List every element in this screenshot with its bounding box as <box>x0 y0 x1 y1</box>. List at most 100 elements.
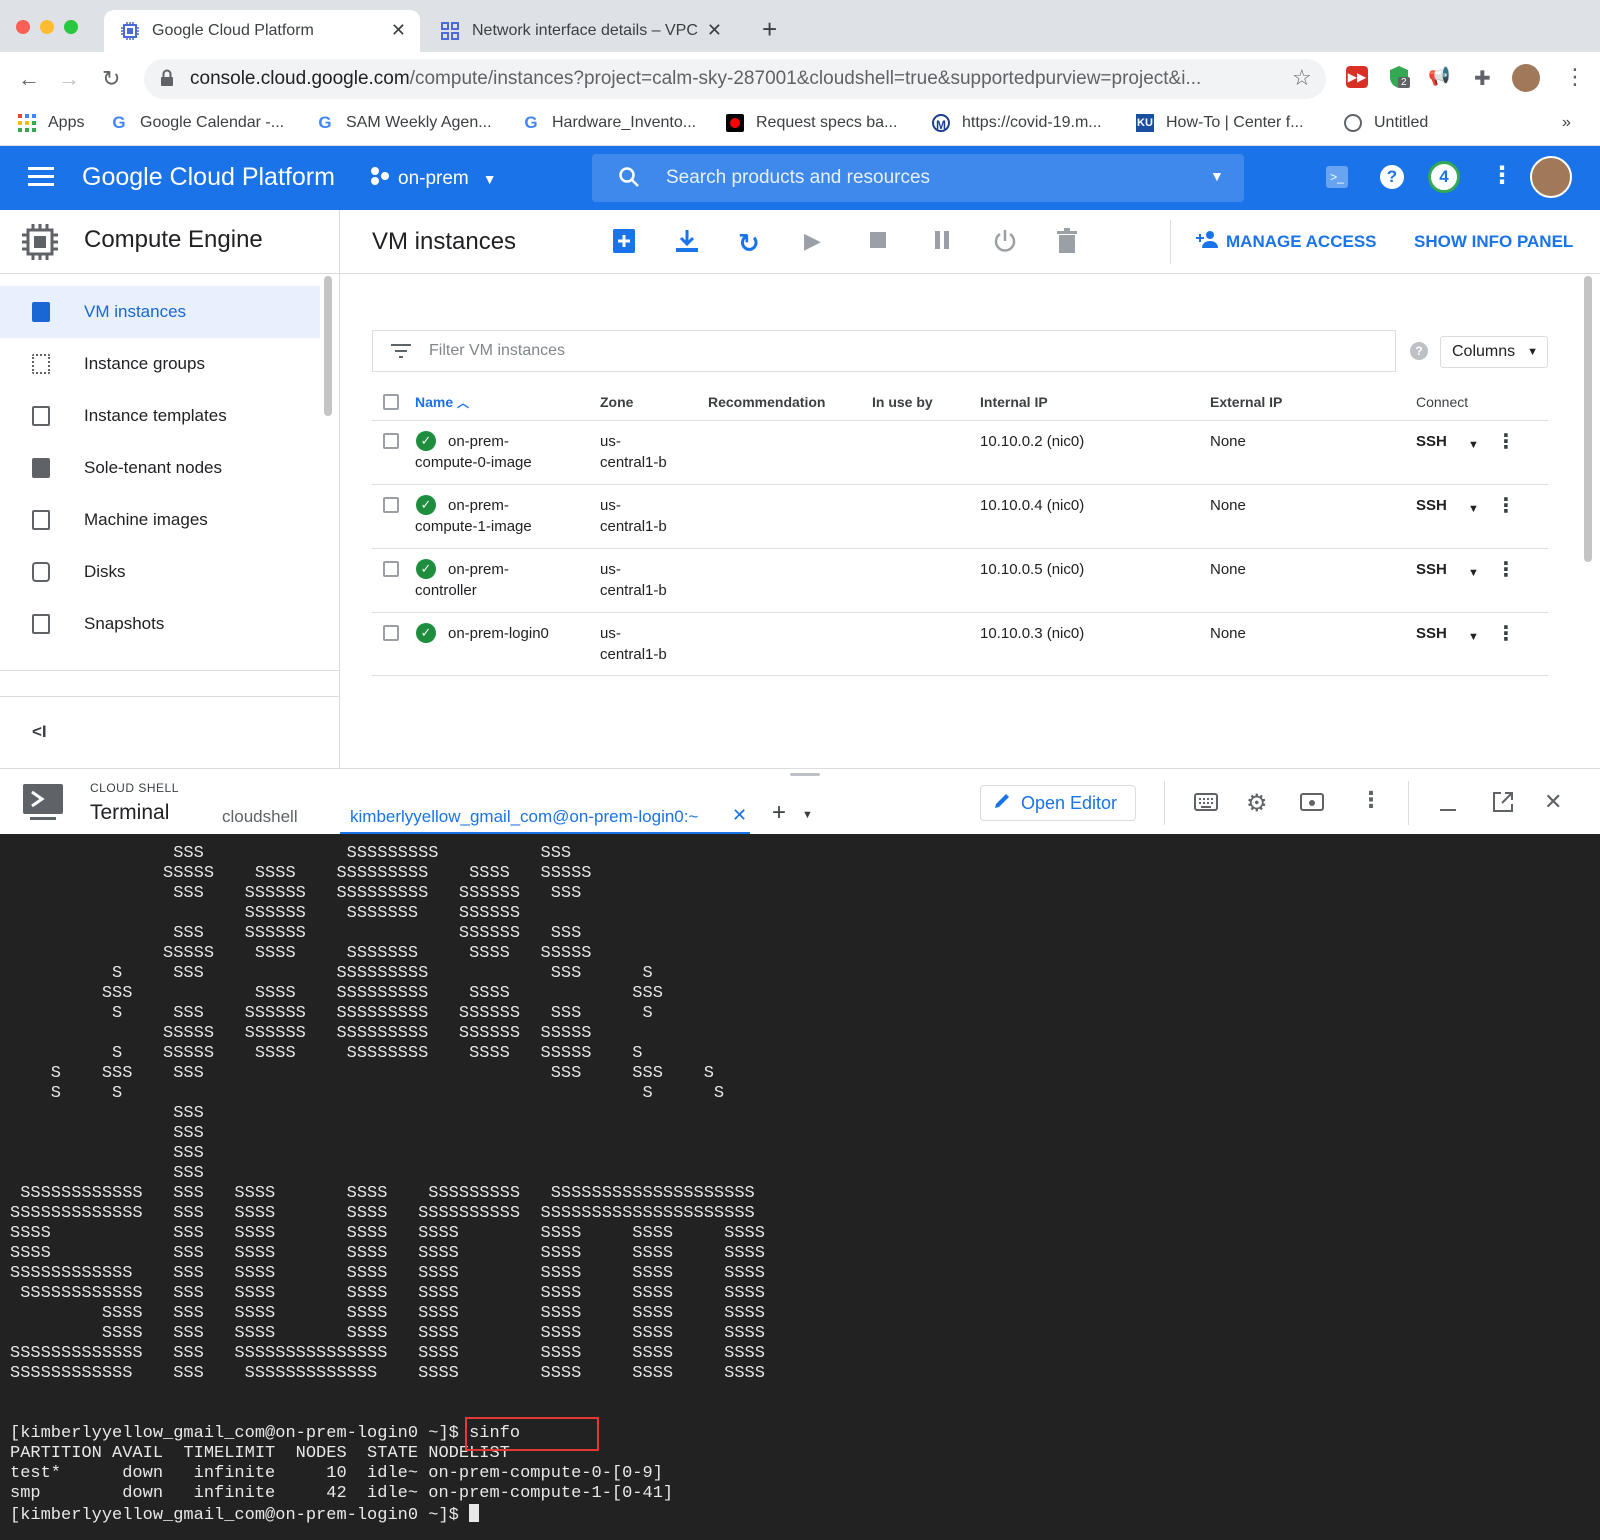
minimize-window-button[interactable] <box>40 20 54 34</box>
row-menu-icon[interactable]: ⋮ <box>1496 429 1516 454</box>
table-row[interactable]: ✓ on-prem-compute-1-image us-central1-b … <box>372 484 1548 548</box>
extensions-puzzle-icon[interactable]: ✚ <box>1474 66 1491 91</box>
bookmark-covid[interactable]: M https://covid-19.m... <box>932 114 1102 132</box>
tab-network-interface-details[interactable]: Network interface details – VPC ✕ <box>424 10 736 52</box>
megaphone-icon[interactable]: 📢 <box>1428 66 1450 87</box>
shell-more-icon[interactable]: ⋮ <box>1360 787 1382 813</box>
sidebar-item-machine-images[interactable]: Machine images <box>0 494 320 546</box>
bookmark-star-icon[interactable]: ☆ <box>1292 65 1312 91</box>
help-icon[interactable]: ? <box>1380 165 1404 189</box>
sidebar-item-instance-templates[interactable]: Instance templates <box>0 390 320 442</box>
tab-cloudshell[interactable]: cloudshell <box>222 807 298 827</box>
instance-name-link[interactable]: on-prem-controller <box>415 559 509 601</box>
profile-avatar[interactable] <box>1512 64 1540 92</box>
open-new-window-icon[interactable] <box>1492 791 1514 818</box>
import-vm-icon[interactable] <box>674 228 700 261</box>
sidebar-item-sole-tenant-nodes[interactable]: Sole-tenant nodes <box>0 442 320 494</box>
bookmark-untitled[interactable]: Untitled <box>1344 114 1428 132</box>
main-scrollbar[interactable] <box>1584 276 1592 562</box>
row-menu-icon[interactable]: ⋮ <box>1496 493 1516 518</box>
project-selector[interactable]: on-prem ▼ <box>370 166 497 192</box>
tab-google-cloud-platform[interactable]: Google Cloud Platform ✕ <box>104 10 420 52</box>
close-session-icon[interactable]: ✕ <box>732 805 747 826</box>
notifications-badge[interactable]: 4 <box>1428 161 1460 193</box>
row-checkbox[interactable] <box>383 497 399 513</box>
bookmark-how-to[interactable]: KU How-To | Center f... <box>1136 114 1304 132</box>
minimize-shell-icon[interactable] <box>1440 809 1456 811</box>
column-header-internal-ip[interactable]: Internal IP <box>980 394 1048 410</box>
ssh-button[interactable]: SSH <box>1416 431 1447 452</box>
address-bar[interactable]: console.cloud.google.com/compute/instanc… <box>144 59 1326 99</box>
search-input[interactable]: Search products and resources ▼ <box>592 154 1244 202</box>
terminal-output[interactable]: SSS SSSSSSSSS SSS SSSSS SSSS SSSSSSSSS S… <box>0 834 1600 1540</box>
column-header-external-ip[interactable]: External IP <box>1210 394 1282 410</box>
manage-access-button[interactable]: MANAGE ACCESS <box>1196 230 1377 253</box>
add-session-button[interactable]: + <box>772 799 786 827</box>
settings-gear-icon[interactable]: ⚙ <box>1246 789 1268 818</box>
table-row[interactable]: ✓ on-prem-compute-0-image us-central1-b … <box>372 420 1548 484</box>
instance-name-link[interactable]: on-prem-login0 <box>415 623 549 644</box>
bookmark-hardware-inventory[interactable]: G Hardware_Invento... <box>522 114 696 132</box>
column-header-in-use-by[interactable]: In use by <box>872 394 933 410</box>
forward-arrow-icon[interactable]: → <box>58 66 80 92</box>
bookmarks-overflow-button[interactable]: » <box>1562 114 1571 132</box>
keyboard-icon[interactable] <box>1194 793 1218 816</box>
stop-icon[interactable] <box>866 228 890 259</box>
extension-shield-icon[interactable]: 2 <box>1388 65 1410 89</box>
bookmark-google-calendar[interactable]: G Google Calendar -... <box>110 114 284 132</box>
row-menu-icon[interactable]: ⋮ <box>1496 621 1516 646</box>
tab-login0-session[interactable]: kimberlyyellow_gmail_com@on-prem-login0:… <box>340 793 750 835</box>
create-instance-icon[interactable] <box>612 228 636 261</box>
ssh-dropdown-icon[interactable]: ▼ <box>1468 627 1479 648</box>
sidebar-item-snapshots[interactable]: Snapshots <box>0 598 320 650</box>
row-menu-icon[interactable]: ⋮ <box>1496 557 1516 582</box>
close-window-button[interactable] <box>16 20 30 34</box>
instance-name-link[interactable]: on-prem-compute-0-image <box>415 431 532 473</box>
zoom-window-button[interactable] <box>64 20 78 34</box>
collapse-sidebar-button[interactable]: <I <box>32 722 47 742</box>
web-preview-icon[interactable] <box>1300 793 1324 816</box>
extension-video-icon[interactable]: ▶▶ <box>1346 66 1368 88</box>
back-arrow-icon[interactable]: ← <box>18 66 40 92</box>
resize-handle[interactable] <box>790 773 820 776</box>
start-icon[interactable]: ▶ <box>804 228 821 254</box>
bookmark-request-specs[interactable]: Request specs ba... <box>726 114 897 132</box>
ssh-dropdown-icon[interactable]: ▼ <box>1468 563 1479 584</box>
ssh-dropdown-icon[interactable]: ▼ <box>1468 499 1479 520</box>
column-header-name[interactable]: Name ︿ <box>415 394 469 411</box>
search-dropdown-icon[interactable]: ▼ <box>1210 168 1224 184</box>
product-title[interactable]: Google Cloud Platform <box>82 163 335 192</box>
bookmark-sam-weekly[interactable]: G SAM Weekly Agen... <box>316 114 491 132</box>
suspend-icon[interactable] <box>930 228 954 259</box>
help-circle-icon[interactable]: ? <box>1410 342 1428 360</box>
more-options-icon[interactable]: ⋮ <box>1490 161 1514 190</box>
new-tab-button[interactable]: + <box>762 14 777 45</box>
reset-power-icon[interactable] <box>992 228 1018 261</box>
bookmark-apps[interactable]: Apps <box>18 114 84 132</box>
row-checkbox[interactable] <box>383 433 399 449</box>
hamburger-menu-icon[interactable] <box>28 166 54 191</box>
account-avatar[interactable] <box>1530 156 1572 198</box>
close-tab-icon[interactable]: ✕ <box>706 20 722 41</box>
instance-name-link[interactable]: on-prem-compute-1-image <box>415 495 532 537</box>
row-checkbox[interactable] <box>383 561 399 577</box>
cloud-shell-icon[interactable]: >_ <box>1326 166 1348 188</box>
table-row[interactable]: ✓ on-prem-login0 us-central1-b 10.10.0.3… <box>372 612 1548 676</box>
column-header-zone[interactable]: Zone <box>600 394 633 410</box>
sidebar-item-disks[interactable]: Disks <box>0 546 320 598</box>
ssh-button[interactable]: SSH <box>1416 623 1447 644</box>
column-header-recommendation[interactable]: Recommendation <box>708 394 825 410</box>
show-info-panel-button[interactable]: SHOW INFO PANEL <box>1414 232 1573 252</box>
table-row[interactable]: ✓ on-prem-controller us-central1-b 10.10… <box>372 548 1548 612</box>
row-checkbox[interactable] <box>383 625 399 641</box>
ssh-button[interactable]: SSH <box>1416 495 1447 516</box>
ssh-dropdown-icon[interactable]: ▼ <box>1468 435 1479 456</box>
sidebar-item-instance-groups[interactable]: Instance groups <box>0 338 320 390</box>
refresh-icon[interactable]: ↻ <box>738 228 760 259</box>
sidebar-item-vm-instances[interactable]: VM instances <box>0 286 320 338</box>
close-shell-icon[interactable]: ✕ <box>1544 789 1562 815</box>
columns-button[interactable]: Columns ▼ <box>1440 336 1548 368</box>
browser-menu-icon[interactable]: ⋮ <box>1564 64 1586 90</box>
filter-input[interactable]: Filter VM instances <box>372 330 1396 372</box>
close-tab-icon[interactable]: ✕ <box>391 20 406 41</box>
